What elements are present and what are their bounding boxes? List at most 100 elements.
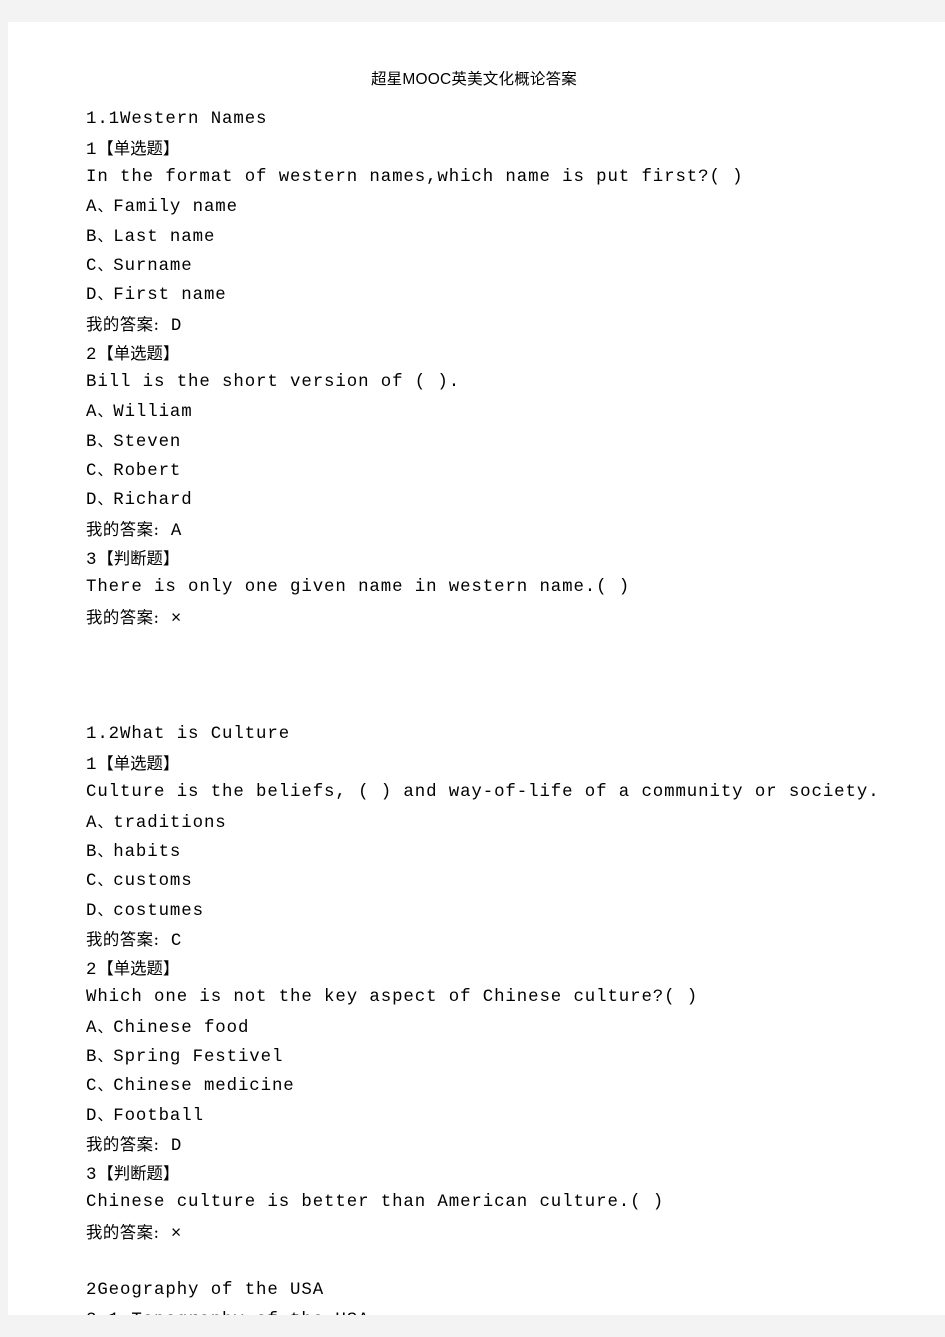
section-heading: 2.1 Topography of the USA — [86, 1306, 945, 1315]
question-tag-line: 2【单选题】 — [86, 954, 945, 983]
option-letter: B — [86, 1048, 98, 1067]
option-text: Surname — [113, 256, 193, 276]
my-answer-line: 我的答案: × — [86, 1218, 945, 1247]
option-separator: 、 — [97, 1076, 114, 1095]
my-answer-line: 我的答案: D — [86, 1130, 945, 1159]
question-option: D、First name — [86, 280, 945, 309]
my-answer-label: 我的答案: — [86, 1134, 160, 1154]
question-number: 2 — [86, 345, 98, 365]
my-answer-line: 我的答案: D — [86, 310, 945, 339]
option-letter: C — [86, 462, 98, 482]
my-answer-value: A — [159, 521, 183, 541]
page-title: 超星MOOC英美文化概论答案 — [370, 71, 578, 88]
document-body: 1.1Western Names 1【单选题】 In the format of w… — [8, 88, 945, 1316]
question-type-tag: 【单选题】 — [97, 959, 180, 979]
option-letter: C — [86, 1077, 98, 1097]
option-separator: 、 — [97, 402, 114, 421]
question-type-tag: 【判断题】 — [97, 548, 180, 568]
my-answer-label: 我的答案: — [86, 519, 160, 539]
option-separator: 、 — [97, 461, 114, 480]
option-text: Steven — [113, 432, 182, 452]
my-answer-line: 我的答案: × — [86, 603, 945, 632]
my-answer-label: 我的答案: — [86, 1222, 160, 1242]
question-option: A、traditions — [86, 808, 945, 837]
question-tag-line: 3【判断题】 — [86, 544, 945, 573]
question-option: C、Robert — [86, 456, 945, 485]
option-separator: 、 — [97, 841, 114, 860]
option-separator: 、 — [97, 197, 114, 216]
question-number: 3 — [86, 550, 98, 570]
my-answer-label: 我的答案: — [86, 314, 160, 334]
question-option: D、Richard — [86, 485, 945, 514]
option-text: costumes — [113, 901, 204, 921]
option-letter: D — [86, 286, 98, 306]
my-answer-label: 我的答案: — [86, 929, 160, 949]
my-answer-line: 我的答案: A — [86, 515, 945, 544]
option-separator: 、 — [97, 1017, 114, 1036]
my-answer-label: 我的答案: — [86, 607, 160, 627]
option-text: habits — [113, 842, 182, 862]
question-option: B、Steven — [86, 427, 945, 456]
question-type-tag: 【判断题】 — [97, 1164, 180, 1184]
option-separator: 、 — [97, 255, 114, 274]
option-letter: D — [86, 1106, 98, 1126]
option-letter: D — [86, 901, 98, 921]
document-page: 超星MOOC英美文化概论答案 1.1Western Names 1【单选题】 In … — [8, 22, 945, 1315]
question-option: C、Surname — [86, 251, 945, 280]
question-tag-line: 2【单选题】 — [86, 339, 945, 368]
question-type-tag: 【单选题】 — [97, 343, 180, 363]
question-option: B、habits — [86, 837, 945, 866]
option-text: Richard — [113, 491, 193, 511]
option-letter: A — [86, 1018, 98, 1038]
section-heading: 2Geography of the USA — [86, 1281, 325, 1301]
question-type-tag: 【单选题】 — [97, 138, 180, 158]
option-separator: 、 — [97, 1105, 114, 1124]
option-text: First name — [113, 286, 227, 306]
my-answer-value: × — [159, 1224, 183, 1244]
option-letter: B — [86, 432, 98, 452]
question-stem: In the format of western names,which nam… — [86, 168, 744, 188]
option-separator: 、 — [97, 812, 114, 831]
option-text: Robert — [113, 462, 182, 482]
question-option: D、Football — [86, 1101, 945, 1130]
question-option: D、costumes — [86, 896, 945, 925]
question-number: 2 — [86, 961, 98, 981]
my-answer-value: D — [159, 1136, 183, 1156]
my-answer-value: × — [159, 609, 183, 629]
option-letter: A — [86, 198, 98, 218]
question-stem: Culture is the beliefs, ( ) and way-of-l… — [86, 783, 880, 803]
question-stem: Which one is not the key aspect of Chine… — [86, 988, 699, 1008]
option-text: customs — [113, 872, 193, 892]
option-letter: B — [86, 842, 98, 862]
question-option: A、Chinese food — [86, 1013, 945, 1042]
option-text: Last name — [113, 227, 216, 247]
section-heading: 1.2What is Culture — [86, 724, 291, 744]
option-separator: 、 — [97, 900, 114, 919]
option-letter: D — [86, 491, 98, 511]
question-option: B、Spring Festivel — [86, 1042, 945, 1071]
option-text: Family name — [113, 198, 238, 218]
my-answer-line: 我的答案: C — [86, 925, 945, 954]
option-separator: 、 — [97, 871, 114, 890]
question-stem: There is only one given name in western … — [86, 578, 631, 598]
option-text: Chinese medicine — [113, 1077, 295, 1097]
question-stem: Chinese culture is better than American … — [86, 1193, 665, 1213]
question-option: C、customs — [86, 866, 945, 895]
section-heading: 1.1Western Names — [86, 109, 268, 129]
option-separator: 、 — [97, 285, 114, 304]
question-option: A、William — [86, 397, 945, 426]
question-stem: Bill is the short version of ( ). — [86, 373, 461, 393]
question-tag-line: 3【判断题】 — [86, 1159, 945, 1188]
question-option: C、Chinese medicine — [86, 1071, 945, 1100]
option-separator: 、 — [97, 490, 114, 509]
option-text: Chinese food — [113, 1018, 250, 1038]
option-letter: C — [86, 256, 98, 276]
question-option: B、Last name — [86, 222, 945, 251]
my-answer-value: C — [159, 931, 183, 951]
question-number: 1 — [86, 756, 98, 776]
question-type-tag: 【单选题】 — [97, 754, 180, 774]
option-letter: A — [86, 403, 98, 423]
